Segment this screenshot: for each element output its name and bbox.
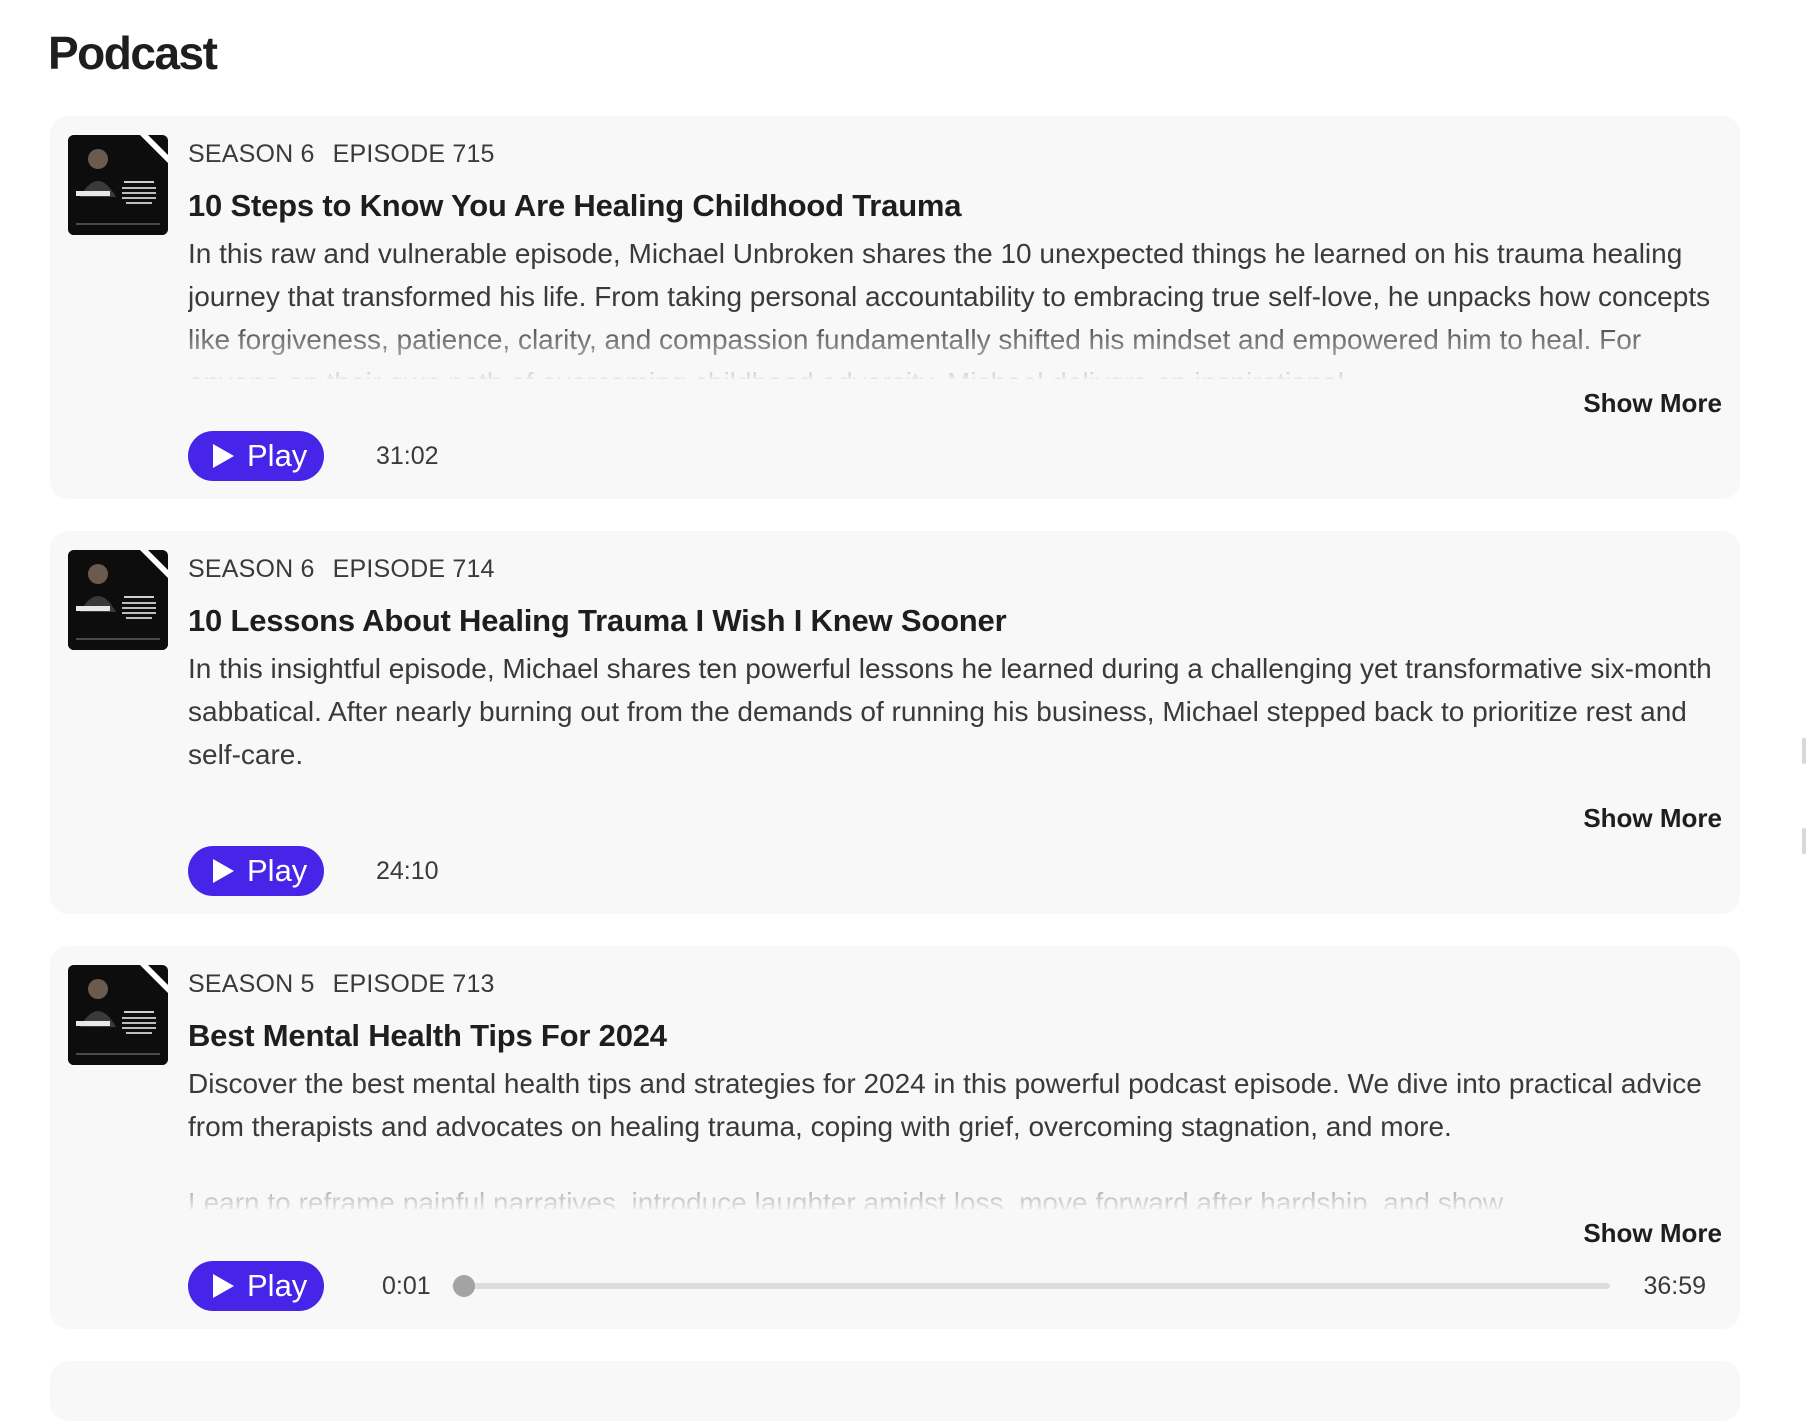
- play-icon: [213, 444, 234, 468]
- show-more-button[interactable]: Show More: [1583, 803, 1722, 834]
- episode-title[interactable]: 10 Lessons About Healing Trauma I Wish I…: [188, 603, 1007, 639]
- episode-description: In this insightful episode, Michael shar…: [188, 647, 1728, 794]
- play-icon: [213, 859, 234, 883]
- episode-number: EPISODE 715: [332, 140, 495, 168]
- play-label: Play: [247, 853, 308, 888]
- total-time: 36:59: [1643, 1272, 1706, 1300]
- play-button[interactable]: Play: [188, 846, 324, 896]
- episode-thumbnail[interactable]: [68, 965, 168, 1065]
- season-label: SEASON 5: [188, 970, 315, 998]
- episode-card: SEASON 6 EPISODE 714 10 Lessons About Hea…: [50, 531, 1740, 914]
- episode-meta: SEASON 5 EPISODE 713: [188, 970, 495, 999]
- progress-knob[interactable]: [452, 1275, 475, 1297]
- page-title: Podcast: [48, 27, 218, 79]
- podcast-cover-art-icon: [68, 135, 168, 235]
- podcast-cover-art-icon: [68, 965, 168, 1065]
- episode-title[interactable]: 10 Steps to Know You Are Healing Childho…: [188, 188, 962, 224]
- podcast-cover-art-icon: [68, 550, 168, 650]
- episode-thumbnail[interactable]: [68, 135, 168, 235]
- episode-duration: 31:02: [376, 442, 439, 470]
- scrollbar-mark[interactable]: [1802, 738, 1806, 764]
- progress-track[interactable]: [452, 1283, 1610, 1289]
- play-label: Play: [247, 438, 308, 473]
- episode-duration: 24:10: [376, 857, 439, 885]
- description-paragraph: Discover the best mental health tips and…: [188, 1068, 1702, 1142]
- season-label: SEASON 6: [188, 555, 315, 583]
- episode-description: Discover the best mental health tips and…: [188, 1062, 1728, 1209]
- episode-thumbnail[interactable]: [68, 550, 168, 650]
- episode-card: SEASON 5 EPISODE 713 Best Mental Health T…: [50, 946, 1740, 1329]
- episode-title[interactable]: Best Mental Health Tips For 2024: [188, 1018, 667, 1054]
- episode-meta: SEASON 6 EPISODE 714: [188, 555, 495, 584]
- description-paragraph: In this raw and vulnerable episode, Mich…: [188, 238, 1711, 379]
- episode-meta: SEASON 6 EPISODE 715: [188, 140, 495, 169]
- season-label: SEASON 6: [188, 140, 315, 168]
- episode-number: EPISODE 714: [332, 555, 495, 583]
- current-time: 0:01: [382, 1272, 431, 1300]
- description-paragraph: In this insightful episode, Michael shar…: [188, 653, 1712, 770]
- episode-card: [50, 1361, 1740, 1421]
- show-more-button[interactable]: Show More: [1583, 1218, 1722, 1249]
- episode-description: In this raw and vulnerable episode, Mich…: [188, 232, 1728, 379]
- play-label: Play: [247, 1268, 308, 1303]
- episode-card: SEASON 6 EPISODE 715 10 Steps to Know You…: [50, 116, 1740, 499]
- scrollbar-mark[interactable]: [1802, 828, 1806, 854]
- show-more-button[interactable]: Show More: [1583, 388, 1722, 419]
- play-button[interactable]: Play: [188, 1261, 324, 1311]
- play-icon: [213, 1274, 234, 1298]
- play-button[interactable]: Play: [188, 431, 324, 481]
- episode-number: EPISODE 713: [332, 970, 495, 998]
- description-paragraph: Learn to reframe painful narratives, int…: [188, 1187, 1504, 1209]
